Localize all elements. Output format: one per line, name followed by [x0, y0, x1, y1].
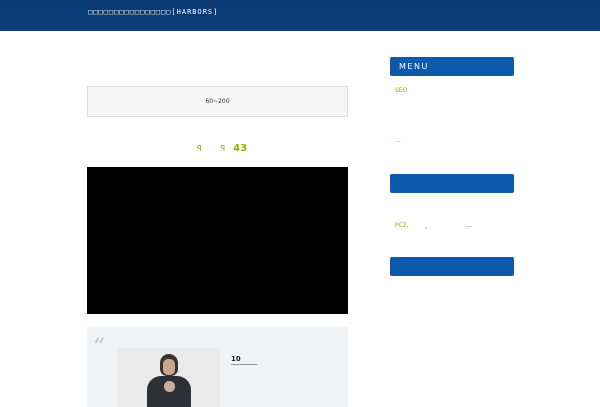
rank-underline — [231, 364, 257, 365]
photo-face — [163, 359, 175, 375]
share-count: 43 — [233, 143, 248, 154]
widget-header-2 — [390, 174, 514, 193]
sidebar-link-pc2[interactable]: PC2, — [395, 222, 409, 229]
video-player[interactable] — [87, 167, 348, 314]
photo-hand — [164, 381, 175, 392]
sidebar-text-ellipsis: ... — [466, 222, 472, 229]
profile-photo — [117, 348, 220, 407]
ad-banner[interactable]: 60~200 — [87, 86, 348, 117]
quote-box: “ 10 — [87, 327, 348, 407]
site-header: □□□□□□□□□□□□□□□□[HARBORS] — [0, 0, 600, 31]
menu-widget-title: MENU — [399, 62, 429, 71]
quote-mark-icon: “ — [93, 333, 106, 361]
site-title[interactable]: □□□□□□□□□□□□□□□□[HARBORS] — [88, 8, 218, 16]
thumb-icon-secondary[interactable]: ꟼ — [220, 144, 225, 153]
share-counter: ꟼ ꟼ 43 — [87, 143, 349, 157]
ad-text: 60~200 — [205, 98, 230, 105]
widget-header-3 — [390, 257, 514, 276]
sidebar-link-more[interactable]: ... — [395, 137, 401, 144]
thumb-icon[interactable]: ꟼ — [197, 144, 202, 153]
sidebar-link-seo[interactable]: SEO — [395, 87, 407, 94]
sidebar-text-comma: , — [425, 223, 427, 230]
rank-number: 10 — [231, 355, 241, 363]
menu-widget-header: MENU — [390, 57, 514, 76]
